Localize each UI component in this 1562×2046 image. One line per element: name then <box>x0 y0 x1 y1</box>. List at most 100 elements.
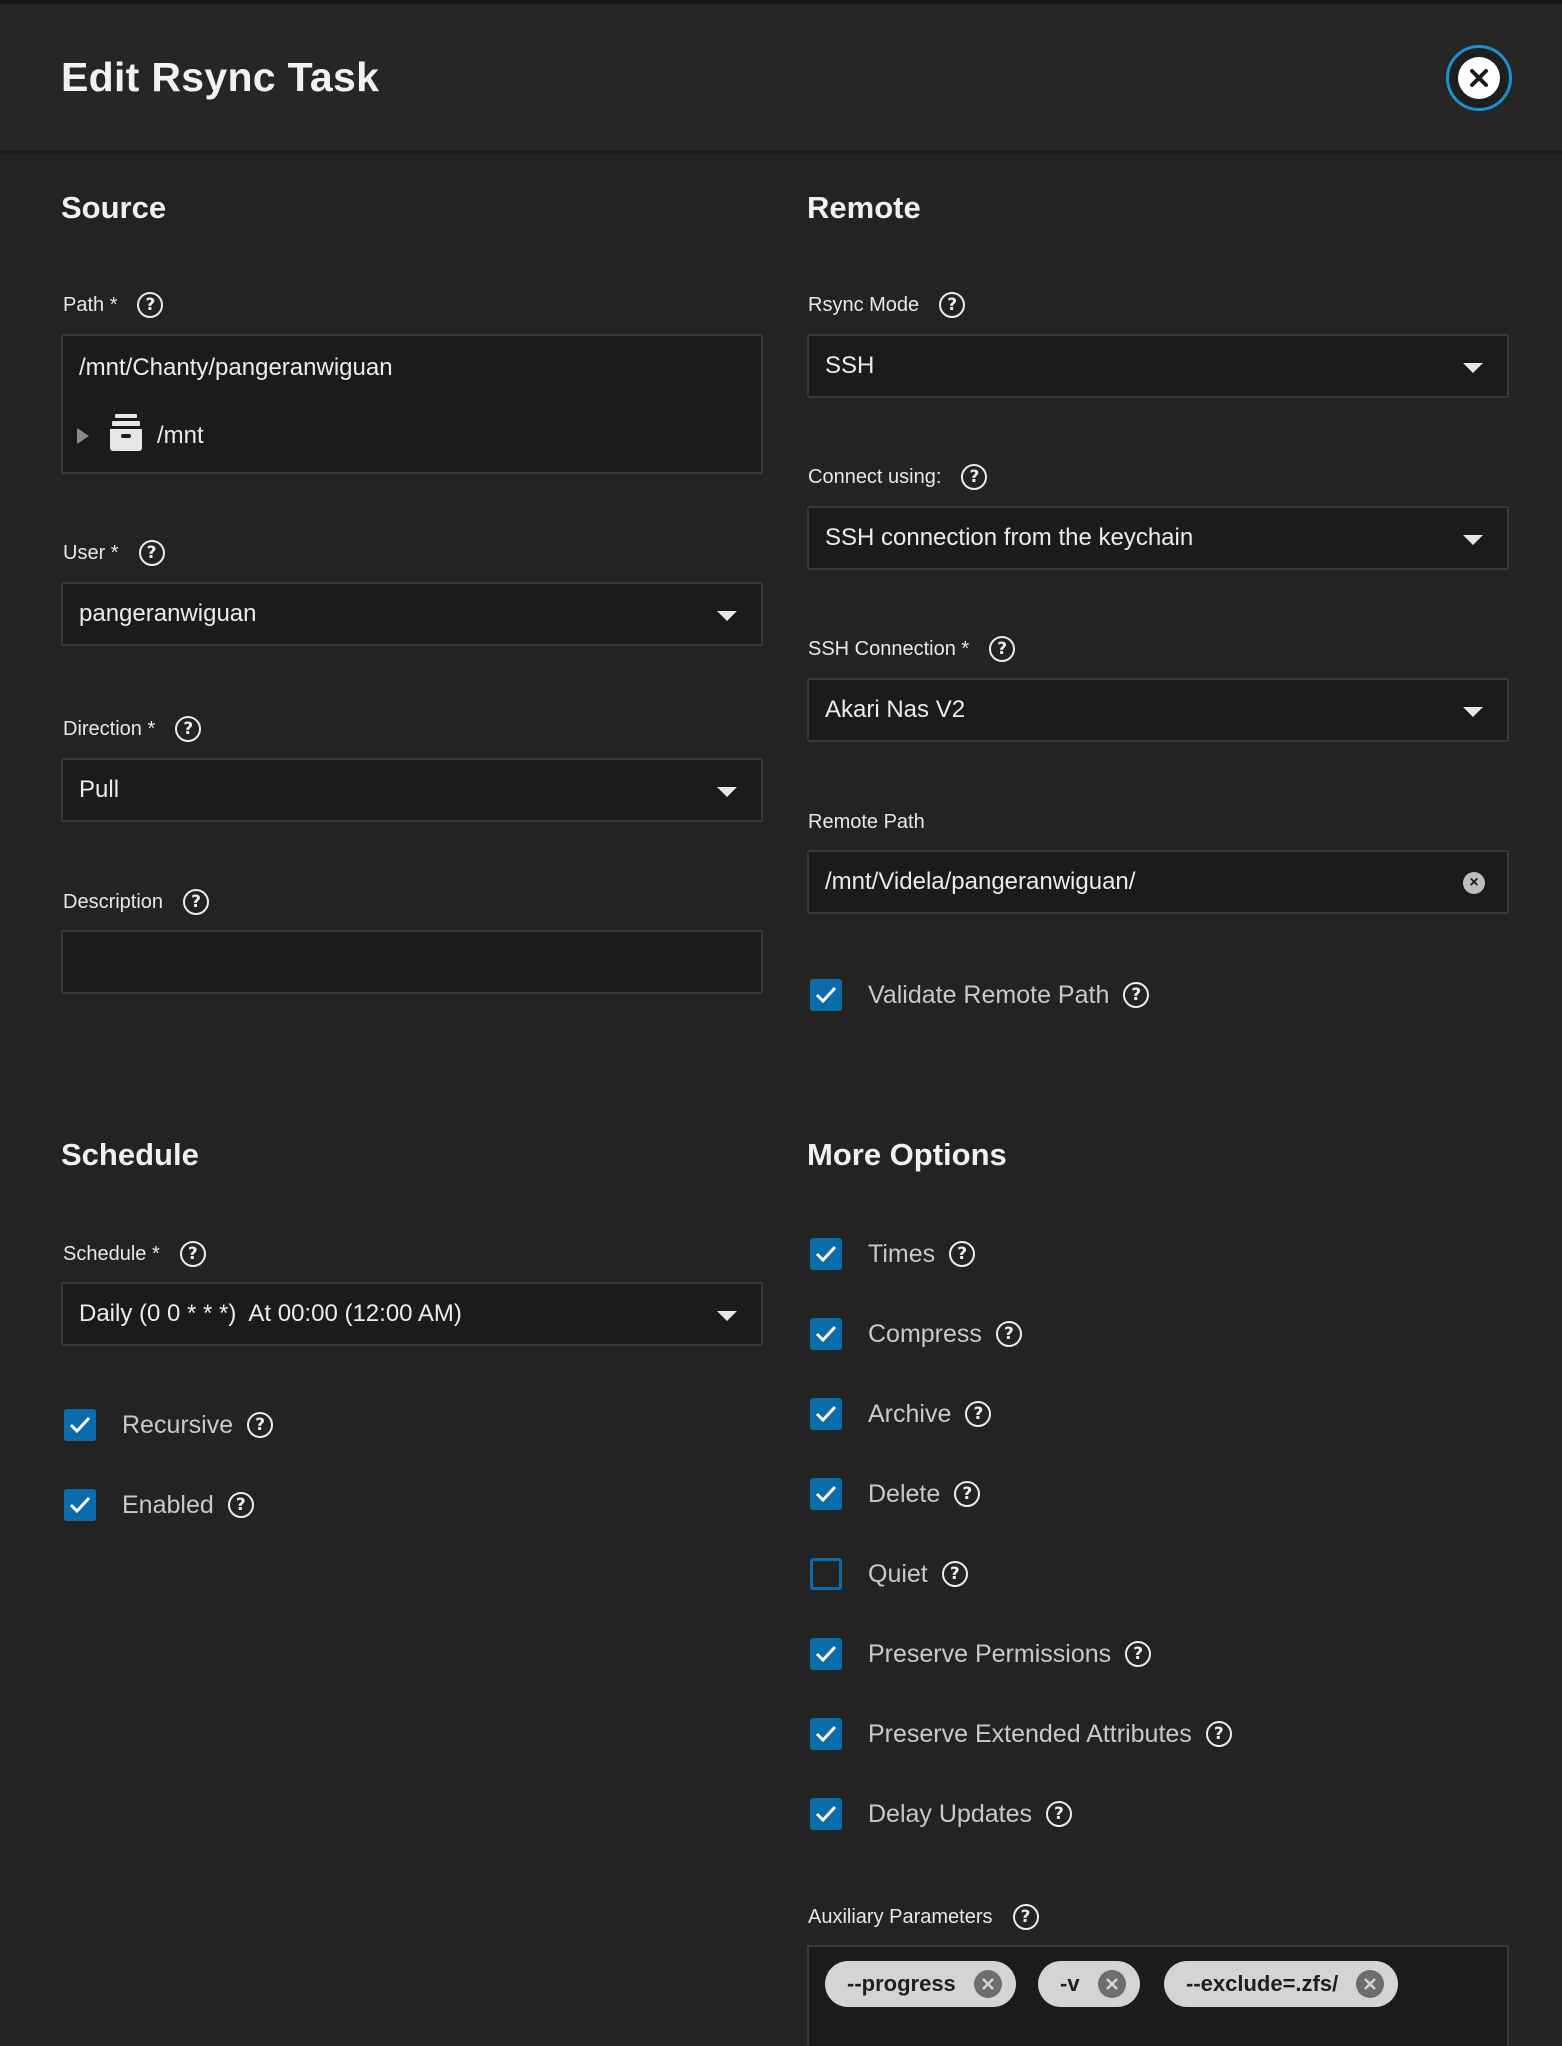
chevron-down-icon <box>717 787 737 797</box>
help-icon[interactable]: ? <box>1045 1801 1072 1827</box>
direction-value: Pull <box>79 776 120 803</box>
description-label: Description ? <box>63 889 210 915</box>
rsync-mode-value: SSH <box>825 352 875 379</box>
help-icon[interactable]: ? <box>1205 1721 1232 1747</box>
help-icon[interactable]: ? <box>941 1561 968 1587</box>
help-icon[interactable]: ? <box>137 292 164 318</box>
option-checkbox[interactable] <box>810 1798 842 1830</box>
file-tree-node[interactable]: /mnt <box>61 400 763 474</box>
chevron-down-icon <box>1463 535 1483 545</box>
chevron-down-icon <box>1463 707 1483 717</box>
help-icon[interactable]: ? <box>1012 1904 1039 1930</box>
option-checkbox[interactable] <box>810 1398 842 1430</box>
more-options-section-title: More Options <box>807 1137 1007 1172</box>
user-label-text: User * <box>63 541 119 564</box>
recursive-row: Recursive ? <box>64 1409 274 1441</box>
rsync-mode-label: Rsync Mode ? <box>808 292 966 318</box>
user-label: User * ? <box>63 540 165 566</box>
dataset-icon <box>109 413 143 459</box>
chevron-down-icon <box>717 611 737 621</box>
aux-chip-label: --progress <box>847 1971 956 1996</box>
option-checkbox[interactable] <box>810 1478 842 1510</box>
remote-path-value: /mnt/Videla/pangeranwiguan/ <box>825 868 1136 895</box>
option-row: Quiet? <box>810 1558 968 1590</box>
remove-chip-icon[interactable] <box>1097 1970 1126 1998</box>
help-icon[interactable]: ? <box>227 1492 254 1518</box>
help-icon[interactable]: ? <box>1123 982 1150 1008</box>
help-icon[interactable]: ? <box>954 1481 981 1507</box>
help-icon[interactable]: ? <box>989 636 1016 662</box>
description-input[interactable] <box>61 930 763 994</box>
option-row: Times? <box>810 1238 976 1270</box>
help-icon[interactable]: ? <box>183 889 210 915</box>
dialog-title: Edit Rsync Task <box>61 54 380 100</box>
schedule-section-title: Schedule <box>61 1137 199 1172</box>
path-label: Path * ? <box>63 292 164 318</box>
option-label: Preserve Extended Attributes <box>868 1719 1192 1748</box>
enabled-row: Enabled ? <box>64 1489 254 1521</box>
option-row: Preserve Extended Attributes? <box>810 1718 1232 1750</box>
help-icon[interactable]: ? <box>939 292 966 318</box>
user-select[interactable]: pangeranwiguan <box>61 582 763 646</box>
aux-chip: --progress <box>825 1961 1016 2007</box>
option-label: Times <box>868 1239 936 1268</box>
help-icon[interactable]: ? <box>965 1401 992 1427</box>
ssh-connection-value: Akari Nas V2 <box>825 696 966 723</box>
help-icon[interactable]: ? <box>175 716 202 742</box>
help-icon[interactable]: ? <box>138 540 165 566</box>
chevron-down-icon <box>717 1311 737 1321</box>
path-value: /mnt/Chanty/pangeranwiguan <box>79 354 393 381</box>
direction-label-text: Direction * <box>63 717 156 740</box>
help-icon[interactable]: ? <box>247 1412 274 1438</box>
schedule-value: Daily (0 0 * * *) At 00:00 (12:00 AM) <box>79 1300 462 1327</box>
ssh-connection-select[interactable]: Akari Nas V2 <box>807 678 1509 742</box>
rsync-mode-label-text: Rsync Mode <box>808 293 920 316</box>
aux-chip-label: -v <box>1060 1971 1080 1996</box>
recursive-checkbox[interactable] <box>64 1409 96 1441</box>
help-icon[interactable]: ? <box>949 1241 976 1267</box>
user-value: pangeranwiguan <box>79 600 257 627</box>
option-label: Compress <box>868 1319 982 1348</box>
direction-select[interactable]: Pull <box>61 758 763 822</box>
auxiliary-parameters-label: Auxiliary Parameters ? <box>808 1904 1039 1930</box>
remote-path-input[interactable]: /mnt/Videla/pangeranwiguan/ × <box>807 850 1509 914</box>
dialog-header: Edit Rsync Task <box>0 4 1562 154</box>
option-checkbox[interactable] <box>810 1558 842 1590</box>
remote-section-title: Remote <box>807 190 921 225</box>
option-row: Compress? <box>810 1318 1022 1350</box>
help-icon[interactable]: ? <box>961 464 988 490</box>
schedule-label: Schedule * ? <box>63 1241 206 1267</box>
schedule-label-text: Schedule * <box>63 1242 160 1265</box>
auxiliary-parameters-input[interactable]: --progress -v --exclude=.zfs/ <box>807 1945 1509 2046</box>
clear-icon[interactable]: × <box>1463 872 1485 894</box>
option-checkbox[interactable] <box>810 1638 842 1670</box>
option-label: Preserve Permissions <box>868 1639 1112 1668</box>
description-label-text: Description <box>63 890 164 913</box>
connect-using-label: Connect using: ? <box>808 464 988 490</box>
enabled-checkbox[interactable] <box>64 1489 96 1521</box>
chevron-down-icon <box>1463 363 1483 373</box>
schedule-select[interactable]: Daily (0 0 * * *) At 00:00 (12:00 AM) <box>61 1282 763 1346</box>
remote-path-label-text: Remote Path <box>808 811 925 833</box>
option-label: Delay Updates <box>868 1799 1032 1828</box>
help-icon[interactable]: ? <box>179 1241 206 1267</box>
validate-remote-path-checkbox[interactable] <box>810 979 842 1011</box>
close-button[interactable] <box>1446 45 1512 111</box>
option-checkbox[interactable] <box>810 1238 842 1270</box>
remove-chip-icon[interactable] <box>1356 1970 1385 1998</box>
expand-arrow-icon[interactable] <box>77 428 89 444</box>
path-input[interactable]: /mnt/Chanty/pangeranwiguan <box>61 334 763 402</box>
option-label: Quiet <box>868 1559 928 1588</box>
option-checkbox[interactable] <box>810 1318 842 1350</box>
aux-chip: --exclude=.zfs/ <box>1164 1961 1399 2007</box>
option-row: Delete? <box>810 1478 981 1510</box>
help-icon[interactable]: ? <box>1125 1641 1152 1667</box>
option-row: Archive? <box>810 1398 992 1430</box>
option-checkbox[interactable] <box>810 1718 842 1750</box>
rsync-mode-select[interactable]: SSH <box>807 334 1509 398</box>
remote-path-label: Remote Path <box>808 811 925 834</box>
remove-chip-icon[interactable] <box>973 1970 1002 1998</box>
help-icon[interactable]: ? <box>995 1321 1022 1347</box>
connect-using-select[interactable]: SSH connection from the keychain <box>807 506 1509 570</box>
direction-label: Direction * ? <box>63 716 202 742</box>
